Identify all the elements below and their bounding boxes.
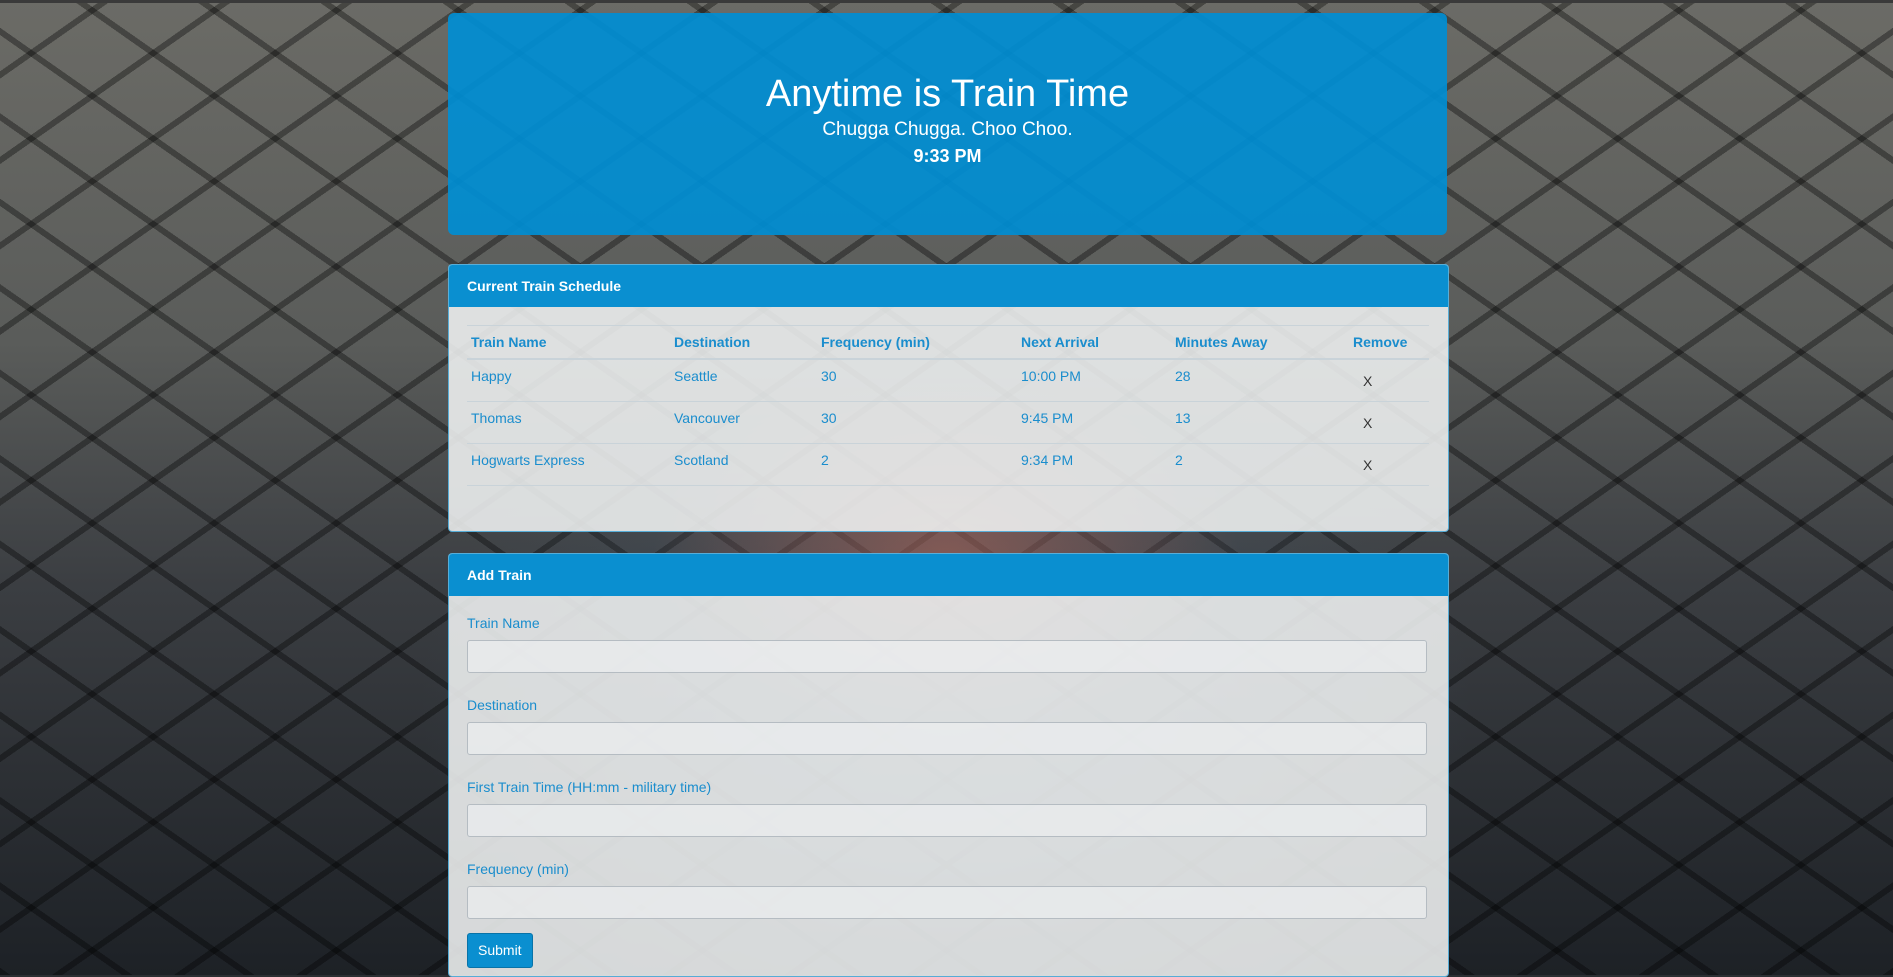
col-minutes-away: Minutes Away — [1171, 325, 1349, 360]
table-header-row: Train Name Destination Frequency (min) N… — [467, 325, 1429, 360]
page-subtitle: Chugga Chugga. Choo Choo. — [822, 119, 1073, 140]
cell-destination: Seattle — [670, 359, 817, 402]
schedule-table: Train Name Destination Frequency (min) N… — [467, 325, 1429, 486]
remove-button[interactable]: X — [1349, 401, 1429, 444]
col-next-arrival: Next Arrival — [1017, 325, 1171, 360]
cell-train-name: Thomas — [467, 401, 670, 444]
top-border — [0, 0, 1893, 3]
col-train-name: Train Name — [467, 325, 670, 360]
cell-minutes-away: 28 — [1171, 359, 1349, 402]
cell-next-arrival: 9:45 PM — [1017, 401, 1171, 444]
col-remove: Remove — [1349, 325, 1429, 360]
add-train-form: Train Name Destination First Train Time … — [449, 596, 1448, 968]
destination-input[interactable] — [467, 722, 1427, 755]
remove-button[interactable]: X — [1349, 359, 1429, 402]
cell-frequency: 30 — [817, 359, 1017, 402]
destination-label: Destination — [467, 697, 538, 713]
table-row: Thomas Vancouver 30 9:45 PM 13 X — [467, 401, 1429, 444]
cell-minutes-away: 13 — [1171, 401, 1349, 444]
cell-next-arrival: 9:34 PM — [1017, 443, 1171, 486]
remove-button[interactable]: X — [1349, 443, 1429, 486]
cell-train-name: Happy — [467, 359, 670, 402]
col-frequency: Frequency (min) — [817, 325, 1017, 360]
table-row: Happy Seattle 30 10:00 PM 28 X — [467, 359, 1429, 402]
cell-destination: Vancouver — [670, 401, 817, 444]
train-name-input[interactable] — [467, 640, 1427, 673]
cell-minutes-away: 2 — [1171, 443, 1349, 486]
page-title: Anytime is Train Time — [765, 73, 1130, 115]
frequency-input[interactable] — [467, 886, 1427, 919]
cell-frequency: 30 — [817, 401, 1017, 444]
main-container: Anytime is Train Time Chugga Chugga. Cho… — [448, 13, 1449, 977]
first-train-time-input[interactable] — [467, 804, 1427, 837]
train-name-label: Train Name — [467, 615, 540, 631]
col-destination: Destination — [670, 325, 817, 360]
cell-next-arrival: 10:00 PM — [1017, 359, 1171, 402]
header-banner: Anytime is Train Time Chugga Chugga. Cho… — [448, 13, 1447, 235]
cell-train-name: Hogwarts Express — [467, 443, 670, 486]
first-train-time-label: First Train Time (HH:mm - military time) — [467, 779, 712, 795]
cell-frequency: 2 — [817, 443, 1017, 486]
cell-destination: Scotland — [670, 443, 817, 486]
table-row: Hogwarts Express Scotland 2 9:34 PM 2 X — [467, 443, 1429, 486]
schedule-panel: Current Train Schedule Train Name Destin… — [448, 264, 1449, 532]
schedule-heading: Current Train Schedule — [449, 265, 1448, 307]
current-time: 9:33 PM — [913, 146, 982, 166]
add-train-panel: Add Train Train Name Destination First T… — [448, 553, 1449, 977]
add-train-heading: Add Train — [449, 554, 1448, 596]
submit-button[interactable]: Submit — [467, 933, 533, 968]
frequency-label: Frequency (min) — [467, 861, 569, 877]
